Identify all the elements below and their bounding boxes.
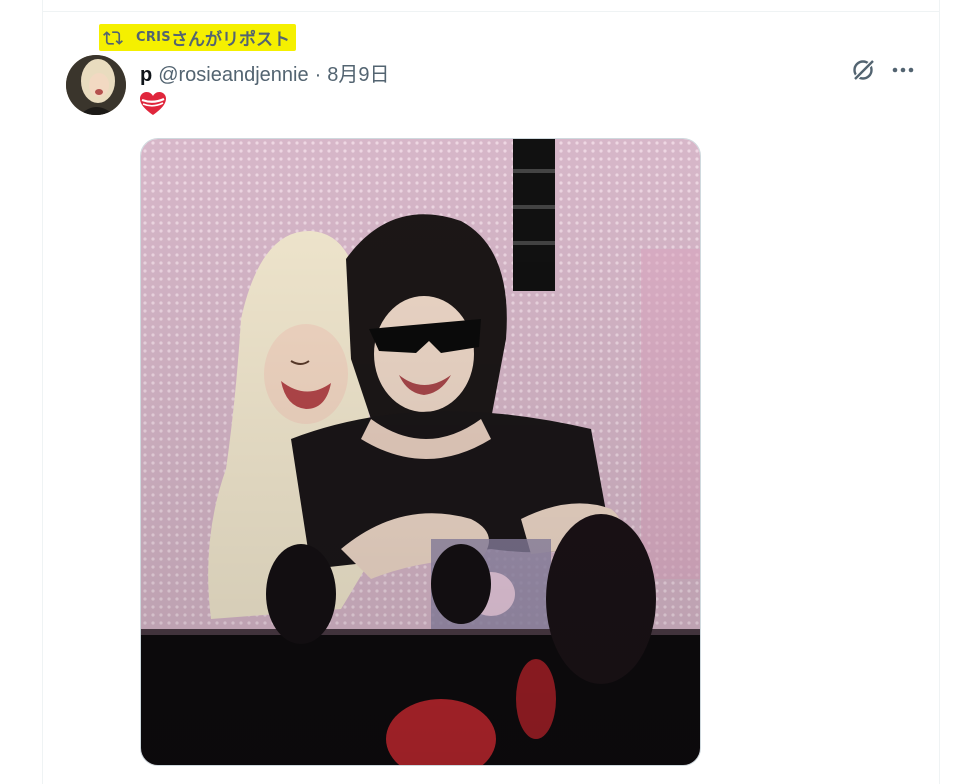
author-avatar[interactable] [66, 55, 126, 115]
repost-label: さんがリポスト [170, 30, 290, 50]
author-display-name[interactable]: p [140, 64, 152, 87]
heart-with-ribbon-icon [140, 92, 166, 115]
timeline-page: CRIS さんがリポスト p @rosieandjennie · 8月9日 [0, 0, 970, 784]
meta-separator: · [314, 64, 322, 86]
reposter-name[interactable]: CRIS [136, 30, 171, 45]
post-date[interactable]: 8月9日 [327, 58, 389, 87]
grok-icon[interactable] [851, 57, 877, 83]
repost-indicator[interactable]: CRIS さんがリポスト [99, 24, 296, 51]
author-handle[interactable]: @rosieandjennie [158, 64, 308, 87]
divider [43, 11, 940, 12]
author-line: p @rosieandjennie · 8月9日 [140, 58, 390, 87]
more-icon[interactable] [890, 60, 916, 80]
post-media-photo[interactable] [140, 138, 701, 766]
repost-icon [103, 30, 123, 45]
photo-image [141, 139, 700, 765]
